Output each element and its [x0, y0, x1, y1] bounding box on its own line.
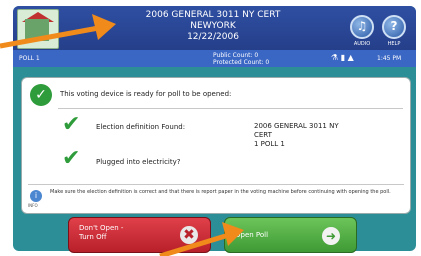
battery-icon: ▮ [340, 53, 346, 62]
header-bar: 2006 GENERAL 3011 NY CERT NEWYORK 12/22/… [13, 6, 416, 50]
header-election-name: 2006 GENERAL 3011 NY CERT [145, 10, 281, 20]
help-button-label: HELP [387, 41, 401, 47]
poll-indicator: POLL 1 [19, 55, 40, 62]
dont-open-line1: Don't Open - [79, 224, 124, 232]
info-label: INFO [28, 203, 38, 208]
dont-open-label: Don't Open - Turn Off [79, 224, 123, 242]
power-check-icon: ✔ [62, 146, 81, 171]
audio-icon: ♫ [356, 19, 368, 33]
open-poll-label: Open Poll [235, 231, 269, 239]
vote-counts: Public Count: 0 Protected Count: 0 [213, 52, 269, 66]
readiness-panel: ✓ This voting device is ready for poll t… [21, 77, 411, 214]
audio-button[interactable]: ♫ [350, 15, 374, 39]
protected-count: Protected Count: 0 [213, 59, 270, 66]
signal-icon: ▲ [347, 53, 354, 62]
header-jurisdiction: NEWYORK [190, 21, 236, 31]
clock: 1:45 PM [377, 55, 402, 62]
election-definition: 2006 GENERAL 3011 NY CERT 1 POLL 1 [254, 122, 404, 149]
close-icon: ✖ [180, 226, 198, 244]
info-icon[interactable]: i [30, 190, 42, 202]
network-icon: ⚗ [331, 53, 339, 62]
ready-message: This voting device is ready for poll to … [60, 90, 232, 98]
instruction-note: Make sure the election definition is cor… [50, 189, 391, 195]
election-header: 2006 GENERAL 3011 NY CERT NEWYORK 12/22/… [113, 10, 313, 43]
election-found-check-icon: ✔ [62, 112, 81, 137]
public-count: Public Count: 0 [213, 52, 259, 59]
help-icon: ? [390, 19, 398, 33]
election-found-label: Election definition Found: [96, 123, 186, 131]
logo-house [25, 19, 49, 41]
arrow-right-icon: ➜ [322, 227, 340, 245]
power-label: Plugged into electricity? [96, 158, 181, 166]
divider [28, 184, 404, 185]
divider [58, 108, 403, 109]
header-date: 12/22/2006 [187, 32, 239, 42]
status-bar: POLL 1 Public Count: 0 Protected Count: … [13, 50, 416, 67]
election-cert-line: CERT [254, 131, 272, 139]
election-name-line: 2006 GENERAL 3011 NY [254, 122, 339, 130]
ready-check-icon: ✓ [30, 84, 52, 106]
dont-open-line2: Turn Off [79, 233, 107, 241]
poll-line: 1 POLL 1 [254, 140, 285, 148]
status-icons: ⚗ ▮ ▲ [331, 53, 354, 62]
open-poll-button[interactable]: Open Poll ➜ [224, 217, 357, 253]
dont-open-turn-off-button[interactable]: Don't Open - Turn Off ✖ [68, 217, 211, 253]
help-button[interactable]: ? [382, 15, 406, 39]
app-logo [17, 9, 59, 49]
audio-button-label: AUDIO [353, 41, 371, 47]
device-screen: 2006 GENERAL 3011 NY CERT NEWYORK 12/22/… [13, 6, 416, 251]
